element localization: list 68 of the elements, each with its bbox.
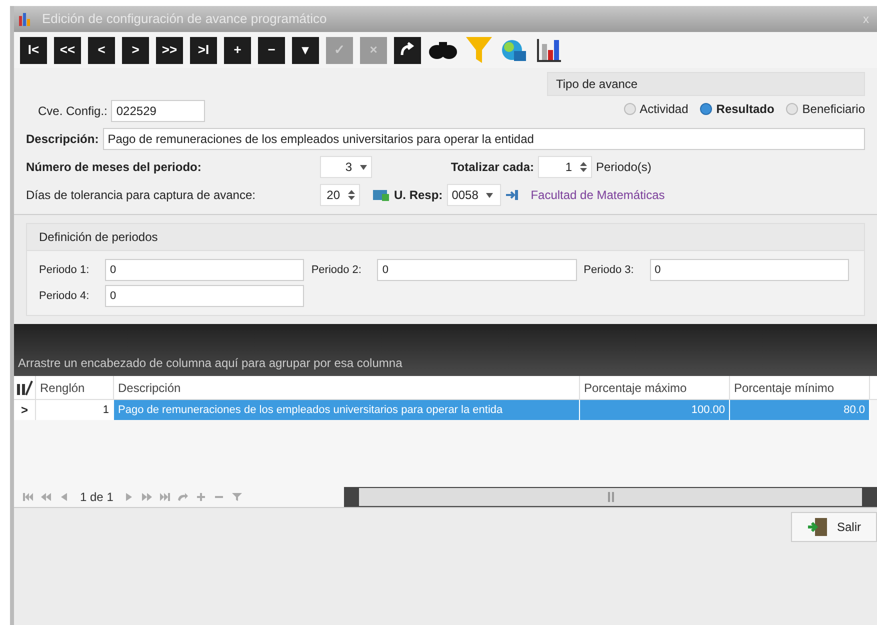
dropdown[interactable]: 3 bbox=[320, 156, 372, 178]
group-title: Tipo de avance bbox=[547, 72, 865, 96]
caret-icon[interactable] bbox=[360, 164, 367, 170]
first-icon[interactable] bbox=[22, 492, 34, 502]
input-field[interactable]: 0 bbox=[650, 259, 849, 281]
add-icon[interactable] bbox=[195, 492, 208, 502]
input-field[interactable]: 0 bbox=[105, 285, 304, 307]
redo-icon[interactable] bbox=[394, 36, 421, 64]
column-header[interactable]: Renglón bbox=[36, 376, 114, 399]
last-icon[interactable] bbox=[159, 492, 172, 502]
radio-option[interactable]: Actividad bbox=[624, 100, 688, 118]
table-cell: Pago de remuneraciones de los empleados universitarios para operar la entida bbox=[114, 400, 580, 420]
spinner-icon[interactable] bbox=[348, 190, 355, 200]
field-label: Periodo 4: bbox=[39, 288, 90, 304]
table-cell: 80.0 bbox=[730, 400, 870, 420]
row-indicator: > bbox=[14, 400, 36, 420]
refresh-icon[interactable] bbox=[177, 492, 190, 502]
input-field[interactable]: 022529 bbox=[111, 100, 206, 122]
unit-label: Periodo(s) bbox=[596, 159, 652, 176]
spinner-icon[interactable] bbox=[580, 162, 587, 172]
field-label: Cve. Config.: bbox=[38, 103, 108, 120]
table-cell: 1 bbox=[36, 400, 114, 420]
toolbar-button[interactable]: − bbox=[258, 36, 285, 64]
radio-option[interactable]: Beneficiario bbox=[786, 100, 865, 118]
field-label: Periodo 3: bbox=[584, 262, 635, 278]
window-title: Edición de configuración de avance programático bbox=[42, 10, 328, 28]
toolbar-button[interactable]: >> bbox=[156, 36, 183, 64]
caret-icon[interactable] bbox=[486, 192, 494, 198]
field-label: Número de meses del periodo: bbox=[26, 159, 202, 176]
column-header[interactable]: Descripción bbox=[114, 376, 580, 399]
field-label: Totalizar cada: bbox=[450, 159, 534, 176]
lookup-icon[interactable] bbox=[504, 189, 519, 201]
table-cell: 100.00 bbox=[580, 400, 730, 420]
column-header[interactable]: Porcentaje mínimo bbox=[730, 376, 870, 399]
toolbar-button[interactable]: ▾ bbox=[292, 36, 319, 64]
previous-page-icon[interactable] bbox=[40, 492, 52, 502]
radio-option[interactable]: Resultado bbox=[700, 100, 774, 118]
input-field[interactable]: 0 bbox=[377, 259, 577, 281]
column-chooser-icon[interactable] bbox=[16, 380, 34, 396]
toolbar-button[interactable]: < bbox=[88, 36, 115, 64]
chart-icon[interactable] bbox=[535, 36, 563, 64]
field-label: Días de tolerancia para captura de avance: bbox=[26, 187, 256, 204]
toolbar-button[interactable]: + bbox=[224, 36, 251, 64]
page-indicator: 1 de 1 bbox=[79, 488, 114, 506]
exit-door-icon bbox=[806, 517, 829, 537]
next-page-icon[interactable] bbox=[141, 492, 154, 502]
toolbar-button[interactable]: I< bbox=[20, 36, 47, 64]
input-field[interactable]: 0 bbox=[105, 259, 304, 281]
spin-field[interactable]: 20 bbox=[320, 184, 360, 206]
field-label: Periodo 2: bbox=[311, 262, 362, 278]
group-title: Definición de periodos bbox=[27, 224, 864, 251]
scroll-bar[interactable] bbox=[344, 486, 877, 506]
toolbar-button[interactable]: >I bbox=[190, 36, 217, 64]
column-header[interactable]: Porcentaje máximo bbox=[580, 376, 730, 399]
exit-button[interactable]: Salir bbox=[791, 512, 877, 542]
binoculars-icon[interactable] bbox=[428, 39, 458, 61]
field-label: Periodo 1: bbox=[39, 262, 90, 278]
group-hint: Arrastre un encabezado de columna aquí para agrupar por esa columna bbox=[18, 355, 402, 372]
unit-name: Facultad de Matemáticas bbox=[530, 187, 665, 204]
filter-icon[interactable] bbox=[231, 492, 244, 502]
input-field[interactable]: Pago de remuneraciones de los empleados universitarios para operar la entidad bbox=[102, 128, 865, 150]
toolbar-button[interactable]: << bbox=[54, 36, 81, 64]
spin-field[interactable]: 1 bbox=[538, 156, 592, 178]
unit-icon bbox=[372, 188, 390, 202]
toolbar-button[interactable]: > bbox=[122, 36, 149, 64]
field-label: Descripción: bbox=[26, 131, 99, 148]
field-label: U. Resp: bbox=[394, 187, 443, 204]
dropdown[interactable]: 0058 bbox=[446, 184, 501, 206]
